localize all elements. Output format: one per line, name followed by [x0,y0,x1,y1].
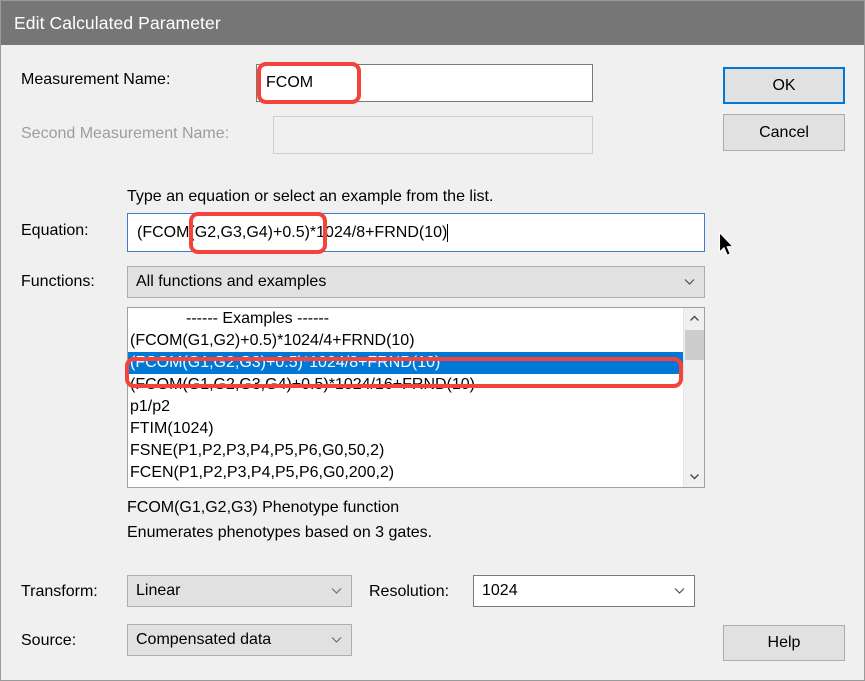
source-combobox[interactable]: Compensated data [127,624,352,656]
cancel-button[interactable]: Cancel [723,114,845,151]
chevron-down-icon [331,585,342,596]
help-button[interactable]: Help [723,625,845,661]
list-item[interactable]: ------ Examples ------ [128,308,685,330]
scroll-down-icon[interactable] [684,466,705,487]
source-label: Source: [21,632,76,650]
edit-calculated-parameter-dialog: Edit Calculated Parameter Measurement Na… [0,0,865,681]
chevron-down-icon [331,634,342,645]
measurement-name-label: Measurement Name: [21,71,170,89]
second-measurement-name-input [273,116,593,154]
cancel-button-label: Cancel [759,124,809,142]
functions-selected-value: All functions and examples [136,273,326,291]
equation-value: (FCOM(G2,G3,G4)+0.5)*1024/8+FRND(10) [137,224,447,242]
ok-button[interactable]: OK [723,67,845,104]
text-caret [447,224,448,242]
equation-label: Equation: [21,222,89,240]
help-button-label: Help [768,634,801,652]
scrollbar-thumb[interactable] [685,330,704,360]
ok-button-label: OK [772,77,795,95]
examples-listbox[interactable]: ------ Examples ------(FCOM(G1,G2)+0.5)*… [127,307,705,488]
list-item[interactable]: p1/p2 [128,396,685,418]
listbox-scrollbar[interactable] [683,308,704,487]
list-item[interactable]: FSNE(P1,P2,P3,P4,P5,P6,G0,50,2) [128,440,685,462]
measurement-name-value: FCOM [266,74,313,92]
list-item[interactable]: (FCOM(G1,G2,G3)+0.5)*1024/8+FRND(10) [128,352,685,374]
title-bar: Edit Calculated Parameter [1,1,865,45]
examples-list-items: ------ Examples ------(FCOM(G1,G2)+0.5)*… [128,308,685,484]
equation-instruction: Type an equation or select an example fr… [127,188,493,206]
chevron-down-icon [684,276,695,287]
resolution-combobox[interactable]: 1024 [473,575,695,607]
list-item[interactable]: FTIM(1024) [128,418,685,440]
list-item[interactable]: (FCOM(G1,G2)+0.5)*1024/4+FRND(10) [128,330,685,352]
equation-input[interactable]: (FCOM(G2,G3,G4)+0.5)*1024/8+FRND(10) [127,213,705,252]
scroll-up-icon[interactable] [684,308,705,329]
function-description-line-1: FCOM(G1,G2,G3) Phenotype function [127,499,399,517]
window-title: Edit Calculated Parameter [1,13,221,34]
resolution-value: 1024 [482,582,518,600]
mouse-cursor [719,232,737,259]
transform-selected-value: Linear [136,582,180,600]
source-selected-value: Compensated data [136,631,271,649]
chevron-down-icon [674,585,685,596]
list-item[interactable]: (FCOM(G1,G2,G3,G4)+0.5)*1024/16+FRND(10) [128,374,685,396]
measurement-name-input[interactable]: FCOM [256,64,593,102]
function-description-line-2: Enumerates phenotypes based on 3 gates. [127,524,432,542]
resolution-label: Resolution: [369,583,449,601]
transform-combobox[interactable]: Linear [127,575,352,607]
transform-label: Transform: [21,583,98,601]
second-measurement-name-label: Second Measurement Name: [21,125,229,143]
list-item[interactable]: FCEN(P1,P2,P3,P4,P5,P6,G0,200,2) [128,462,685,484]
functions-label: Functions: [21,273,95,291]
functions-combobox[interactable]: All functions and examples [127,266,705,298]
